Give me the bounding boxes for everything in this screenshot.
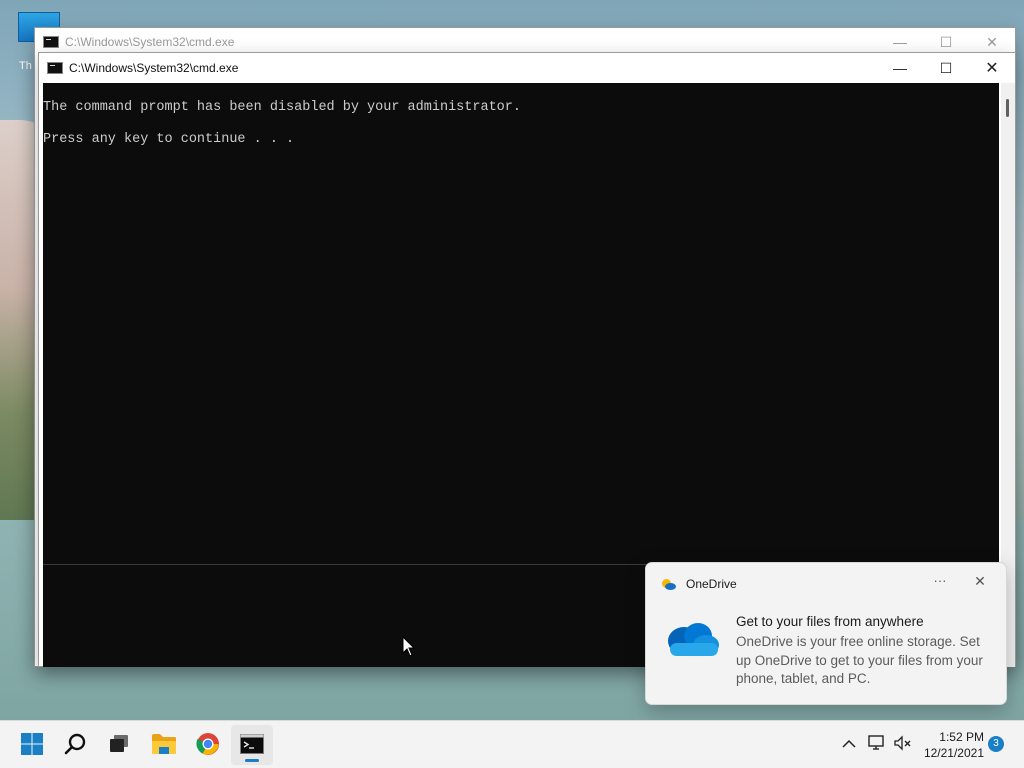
clock-date: 12/21/2021: [923, 746, 984, 760]
toast-header: OneDrive: [662, 577, 737, 591]
toast-app-name: OneDrive: [686, 577, 737, 591]
clock-time: 1:52 PM: [939, 730, 984, 744]
maximize-button[interactable]: ☐: [923, 53, 969, 83]
active-app-indicator: [245, 759, 259, 762]
cmd-titlebar[interactable]: C:\Windows\System32\cmd.exe — ☐ ✕: [39, 53, 1015, 83]
desktop-shortcut-label[interactable]: Th: [19, 60, 32, 72]
cmd-window-title: C:\Windows\System32\cmd.exe: [69, 61, 239, 75]
notification-count-badge[interactable]: 3: [988, 736, 1004, 752]
cmd-window-controls: — ☐ ✕: [877, 53, 1015, 83]
background-window-title: C:\Windows\System32\cmd.exe: [65, 35, 235, 49]
scrollbar-thumb[interactable]: [1006, 99, 1009, 117]
volume-muted-icon[interactable]: [894, 735, 912, 751]
toast-close-button[interactable]: ✕: [973, 573, 987, 590]
toast-body: OneDrive is your free online storage. Se…: [736, 634, 983, 686]
cmd-app-icon: [47, 62, 63, 74]
cmd-app-icon: [43, 36, 59, 48]
chrome-icon[interactable]: [195, 731, 221, 757]
console-line: The command prompt has been disabled by …: [43, 100, 521, 115]
close-button[interactable]: ✕: [969, 53, 1015, 83]
taskbar: 1:52 PM 12/21/2021: [0, 720, 1024, 768]
onedrive-app-icon: [662, 577, 676, 591]
network-icon[interactable]: [868, 735, 886, 751]
console-line: Press any key to continue . . .: [43, 132, 295, 147]
more-options-button[interactable]: ···: [933, 573, 947, 588]
show-hidden-icons-chevron-icon[interactable]: [842, 736, 856, 752]
start-icon[interactable]: [19, 731, 45, 757]
onedrive-notification[interactable]: OneDrive ··· ✕ Get to your files from an…: [645, 562, 1007, 705]
system-clock[interactable]: 1:52 PM 12/21/2021: [916, 729, 984, 761]
minimize-button[interactable]: —: [877, 53, 923, 83]
task-view-icon[interactable]: [106, 731, 132, 757]
command-prompt-icon[interactable]: [239, 731, 265, 757]
toast-title: Get to your files from anywhere: [736, 614, 924, 629]
search-icon[interactable]: [63, 731, 89, 757]
onedrive-cloud-icon: [668, 623, 719, 656]
file-explorer-icon[interactable]: [151, 731, 177, 757]
mouse-cursor-icon: [402, 636, 416, 657]
